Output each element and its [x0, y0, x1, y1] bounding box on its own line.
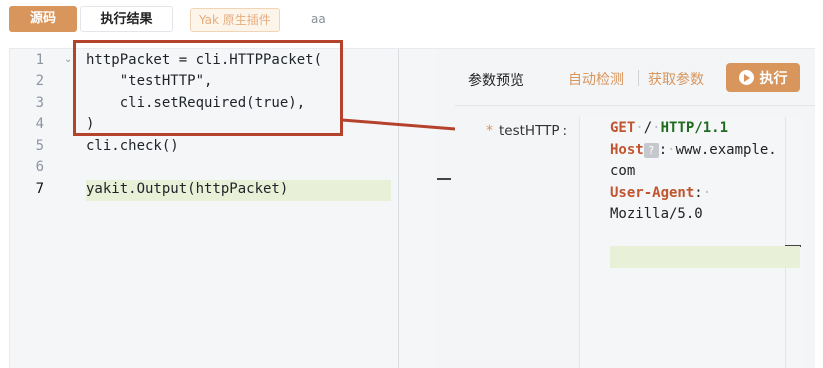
host-value-part1: www.example.: [675, 142, 777, 158]
ua-value: Mozilla/5.0: [610, 206, 703, 222]
request-line[interactable]: GET·/·HTTP/1.1: [610, 118, 728, 139]
line-number-active: 7: [35, 181, 44, 197]
fold-chevron-icon[interactable]: ⌄: [64, 54, 72, 65]
host-hint-icon: ?: [643, 142, 659, 158]
packet-editor-scrollbar[interactable]: [785, 117, 786, 368]
tab-source[interactable]: 源码: [9, 6, 77, 32]
packet-current-line: [610, 246, 800, 268]
minimap[interactable]: [398, 49, 438, 368]
field-label: testHTTP:: [499, 123, 567, 139]
line-number: 3: [35, 95, 44, 111]
http-path: /: [643, 120, 653, 136]
line-number: 5: [35, 138, 44, 154]
ua-header-line[interactable]: User-Agent:·: [610, 183, 711, 204]
host-key: Host: [610, 142, 644, 158]
play-icon: [738, 70, 754, 85]
host-header-wrap[interactable]: com: [610, 161, 635, 182]
get-params-link[interactable]: 获取参数: [648, 69, 704, 89]
top-tabs: 源码 执行结果: [9, 6, 173, 32]
link-divider: [638, 70, 639, 86]
code-line[interactable]: yakit.Output(httpPacket): [86, 179, 288, 200]
tab-result[interactable]: 执行结果: [80, 6, 173, 32]
line-number: 4: [35, 116, 44, 132]
http-method: GET: [610, 120, 636, 136]
line-number: 2: [35, 73, 44, 89]
auto-detect-link[interactable]: 自动检测: [568, 69, 624, 89]
run-button[interactable]: 执行: [726, 63, 800, 92]
aa-tag: aa: [311, 12, 326, 26]
line-number: 1: [35, 52, 44, 68]
host-value-part2: com: [610, 163, 636, 179]
run-button-label: 执行: [759, 70, 788, 87]
ua-header-wrap[interactable]: Mozilla/5.0: [610, 204, 703, 225]
field-label-colon: :: [562, 123, 568, 139]
annotation-box: [73, 40, 343, 136]
minimap-cursor: [437, 178, 451, 180]
ua-key: User-Agent: [610, 185, 695, 201]
yak-native-plugin-tag: Yak 原生插件: [190, 8, 280, 32]
required-mark: *: [486, 123, 493, 139]
http-version: HTTP/1.1: [660, 120, 729, 136]
host-header-line[interactable]: Host?:·www.example.: [610, 140, 777, 161]
code-line[interactable]: cli.check(): [86, 136, 179, 157]
line-number: 6: [35, 159, 44, 175]
field-label-text: testHTTP: [499, 123, 560, 139]
panel-title: 参数预览: [468, 73, 524, 89]
